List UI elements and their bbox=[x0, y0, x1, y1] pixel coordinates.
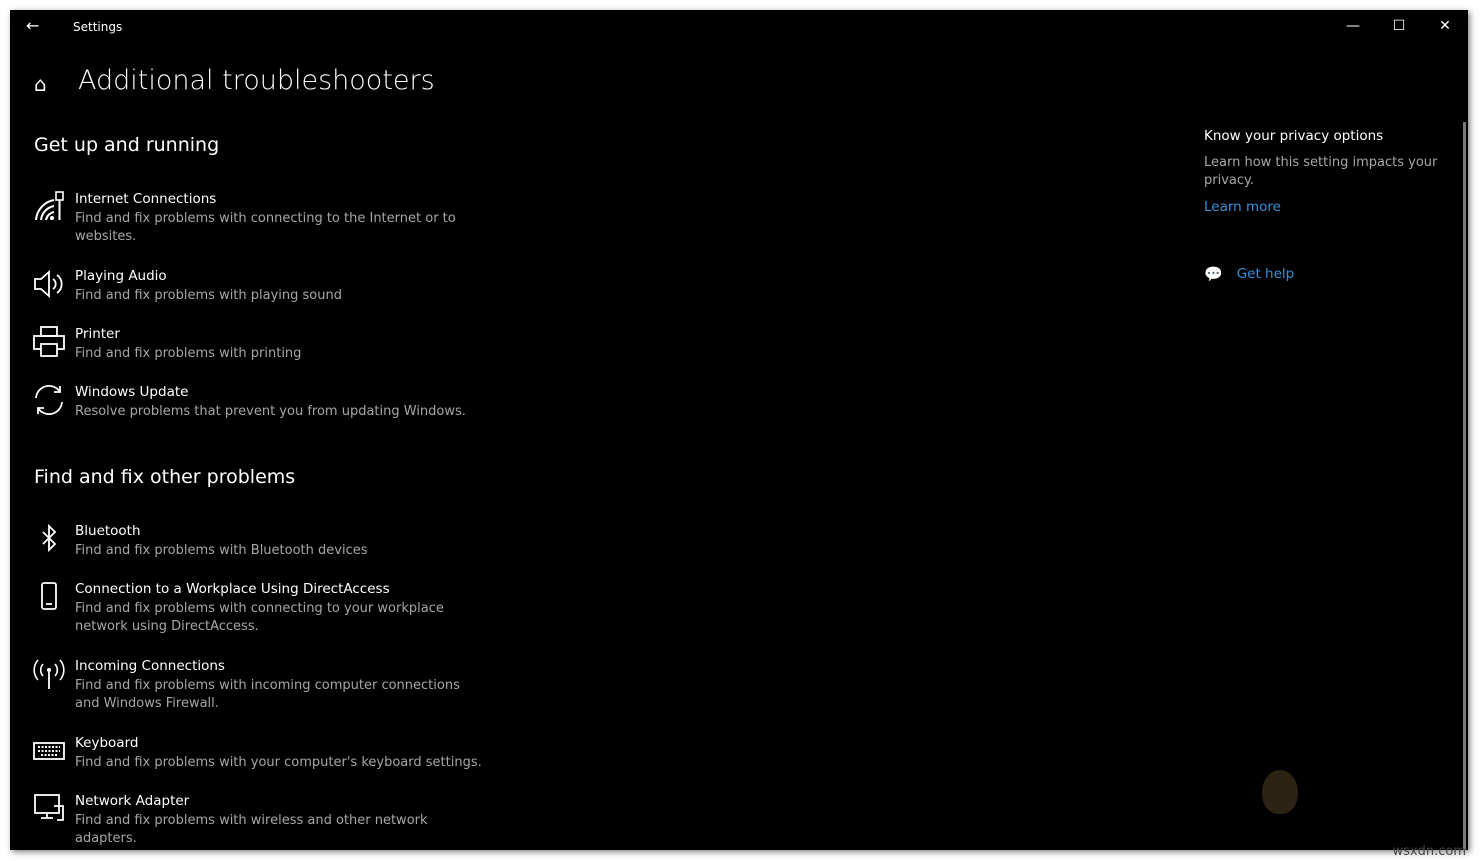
item-description: Find and fix problems with wireless and … bbox=[75, 813, 428, 846]
keyboard-icon bbox=[33, 742, 65, 760]
scrollbar[interactable] bbox=[1463, 122, 1466, 850]
privacy-text: Learn how this setting impacts your priv… bbox=[1204, 155, 1438, 188]
app-title: Settings bbox=[73, 20, 123, 34]
item-description: Find and fix problems with incoming comp… bbox=[75, 678, 460, 711]
speaker-icon bbox=[34, 270, 63, 298]
item-description: Find and fix problems with printing bbox=[75, 346, 302, 361]
item-description: Find and fix problems with your computer… bbox=[75, 755, 482, 770]
minimize-icon[interactable]: — bbox=[1330, 10, 1376, 42]
item-description: Find and fix problems with connecting to… bbox=[75, 211, 456, 244]
maximize-icon[interactable]: ☐ bbox=[1376, 10, 1422, 42]
watermark: wsxdn.com bbox=[1392, 844, 1467, 859]
title-bar: ← Settings — ☐ ✕ bbox=[10, 10, 1468, 44]
arrow-left-icon[interactable]: ← bbox=[26, 16, 39, 35]
phone-icon bbox=[41, 582, 57, 610]
antenna-icon bbox=[33, 659, 65, 689]
item-title: Keyboard bbox=[75, 735, 139, 751]
item-title: Windows Update bbox=[75, 384, 189, 400]
related-sidebar: Know your privacy options Learn how this… bbox=[1204, 128, 1444, 283]
get-help-link[interactable]: Get help bbox=[1237, 266, 1295, 282]
privacy-heading: Know your privacy options bbox=[1204, 128, 1384, 144]
network-adapter-icon bbox=[34, 794, 64, 821]
get-help-row[interactable]: 💬 Get help bbox=[1204, 265, 1444, 283]
item-description: Find and fix problems with connecting to… bbox=[75, 601, 444, 634]
item-title: Incoming Connections bbox=[75, 658, 225, 674]
internet-connections-icon bbox=[35, 191, 64, 221]
section-heading: Find and fix other problems bbox=[34, 466, 296, 488]
item-description: Resolve problems that prevent you from u… bbox=[75, 404, 466, 419]
item-title: Network Adapter bbox=[75, 793, 190, 809]
item-title: Internet Connections bbox=[75, 191, 217, 207]
sync-icon bbox=[35, 385, 63, 415]
home-icon[interactable]: ⌂ bbox=[34, 72, 47, 96]
learn-more-link[interactable]: Learn more bbox=[1204, 199, 1281, 215]
item-title: Playing Audio bbox=[75, 268, 167, 284]
bluetooth-icon bbox=[42, 523, 57, 553]
item-description: Find and fix problems with playing sound bbox=[75, 288, 342, 303]
item-title: Bluetooth bbox=[75, 523, 141, 539]
printer-icon bbox=[33, 326, 65, 357]
section-heading: Get up and running bbox=[34, 134, 220, 156]
close-icon[interactable]: ✕ bbox=[1422, 10, 1468, 42]
item-description: Find and fix problems with Bluetooth dev… bbox=[75, 543, 368, 558]
item-title: Connection to a Workplace Using DirectAc… bbox=[75, 581, 390, 597]
watermark-mascot-icon bbox=[1262, 770, 1298, 814]
settings-window: ← Settings — ☐ ✕ ⌂ Additional troublesho… bbox=[10, 10, 1468, 850]
help-chat-icon: 💬 bbox=[1204, 265, 1223, 283]
item-title: Printer bbox=[75, 326, 120, 342]
page-title: Additional troubleshooters bbox=[78, 65, 435, 96]
